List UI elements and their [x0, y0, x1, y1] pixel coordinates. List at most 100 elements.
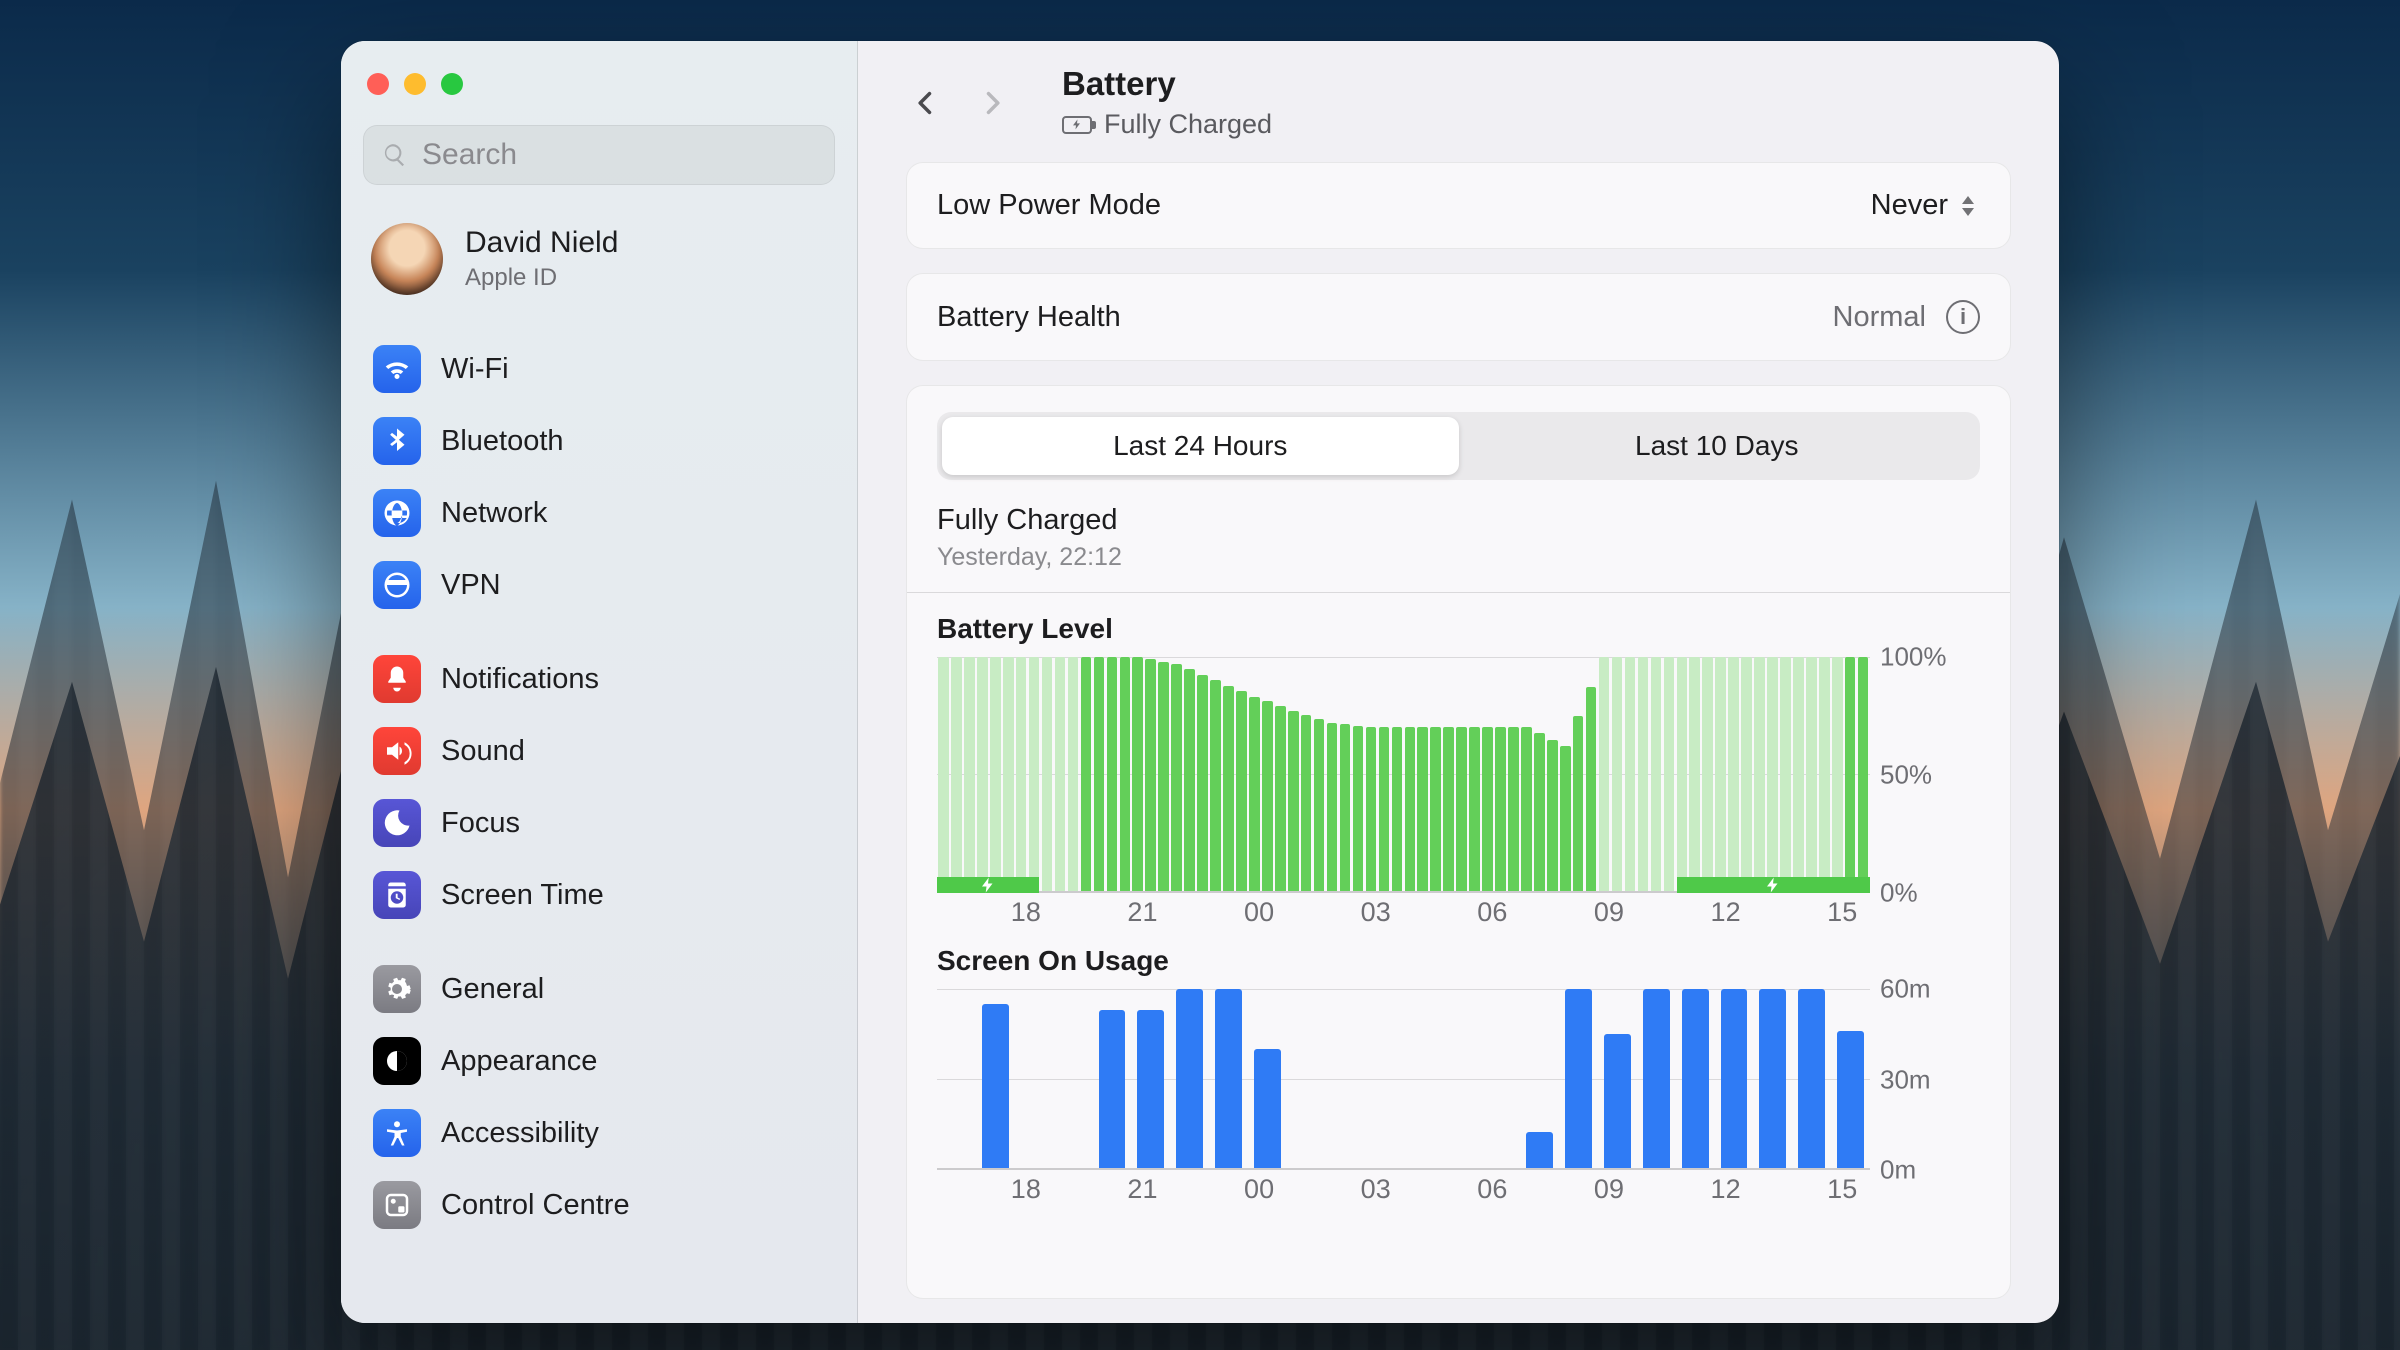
- sidebar: David Nield Apple ID Wi-Fi Bluetooth Netwo…: [341, 41, 858, 1323]
- battery-bar: [1132, 657, 1143, 891]
- low-power-row: Low Power Mode Never: [906, 162, 2011, 249]
- y-tick: 0m: [1880, 1155, 1916, 1186]
- bolt-icon: [1764, 876, 1782, 894]
- sidebar-item-screentime[interactable]: Screen Time: [363, 859, 835, 931]
- sidebar-item-accessibility[interactable]: Accessibility: [363, 1097, 835, 1169]
- usage-bar: [1137, 1010, 1164, 1168]
- last-charge-time: Yesterday, 22:12: [937, 543, 1980, 572]
- sidebar-item-general[interactable]: General: [363, 953, 835, 1025]
- sidebar-item-network[interactable]: Network: [363, 477, 835, 549]
- sidebar-item-wifi[interactable]: Wi-Fi: [363, 333, 835, 405]
- battery-level-chart: 100%50%0% 1821000306091215: [937, 657, 1980, 937]
- content-pane: Battery Fully Charged Low Power Mode Nev…: [858, 41, 2059, 1323]
- x-tick: 12: [1711, 1174, 1741, 1205]
- info-icon[interactable]: i: [1946, 300, 1980, 334]
- battery-bar: [1120, 657, 1131, 891]
- sidebar-item-label: Network: [441, 497, 547, 530]
- sidebar-item-controlcentre[interactable]: Control Centre: [363, 1169, 835, 1241]
- battery-level-title: Battery Level: [937, 613, 1980, 645]
- page-subtitle: Fully Charged: [1104, 109, 1272, 140]
- sidebar-item-label: Accessibility: [441, 1117, 599, 1150]
- battery-bar: [1780, 657, 1791, 891]
- battery-bar: [1573, 716, 1584, 891]
- usage-bar: [1604, 1034, 1631, 1168]
- sidebar-item-label: Appearance: [441, 1045, 597, 1078]
- y-tick: 0%: [1880, 878, 1918, 909]
- y-tick: 60m: [1880, 974, 1931, 1005]
- segment-24h[interactable]: Last 24 Hours: [942, 417, 1459, 475]
- battery-bar: [1495, 727, 1506, 891]
- battery-bar: [1197, 675, 1208, 891]
- search-field[interactable]: [363, 125, 835, 185]
- system-settings-window: David Nield Apple ID Wi-Fi Bluetooth Netwo…: [341, 41, 2059, 1323]
- battery-bar: [1327, 723, 1338, 891]
- battery-bar: [1055, 657, 1066, 891]
- battery-bar: [1443, 727, 1454, 891]
- x-tick: 06: [1477, 897, 1507, 928]
- battery-bar: [1392, 727, 1403, 891]
- usage-bar: [1099, 1010, 1126, 1168]
- low-power-popup[interactable]: Never: [1871, 189, 1980, 222]
- battery-bar: [1754, 657, 1765, 891]
- divider: [907, 592, 2010, 593]
- battery-bar: [1314, 719, 1325, 891]
- charging-span: [937, 877, 1039, 893]
- battery-bar: [1612, 657, 1623, 891]
- battery-bar: [1560, 746, 1571, 891]
- sidebar-item-label: Sound: [441, 735, 525, 768]
- sidebar-item-notifications[interactable]: Notifications: [363, 643, 835, 715]
- battery-bar: [1456, 727, 1467, 891]
- sidebar-item-focus[interactable]: Focus: [363, 787, 835, 859]
- avatar: [371, 223, 443, 295]
- close-button[interactable]: [367, 73, 389, 95]
- search-input[interactable]: [422, 138, 816, 172]
- battery-bar: [977, 657, 988, 891]
- forward-button[interactable]: [972, 83, 1012, 123]
- battery-bar: [1664, 657, 1675, 891]
- maximize-button[interactable]: [441, 73, 463, 95]
- x-tick: 18: [1011, 1174, 1041, 1205]
- battery-bar: [1184, 669, 1195, 891]
- usage-bar: [1565, 989, 1592, 1168]
- battery-bar: [1417, 727, 1428, 891]
- usage-panel: Last 24 Hours Last 10 Days Fully Charged…: [906, 385, 2011, 1299]
- sidebar-item-sound[interactable]: Sound: [363, 715, 835, 787]
- sidebar-item-bluetooth[interactable]: Bluetooth: [363, 405, 835, 477]
- battery-bar: [1223, 686, 1234, 891]
- battery-health-row: Battery Health Normal i: [906, 273, 2011, 361]
- sidebar-item-vpn[interactable]: VPN: [363, 549, 835, 621]
- usage-bar: [1759, 989, 1786, 1168]
- x-tick: 15: [1827, 1174, 1857, 1205]
- battery-bar: [1068, 657, 1079, 891]
- battery-bar: [1405, 727, 1416, 891]
- network-icon: [373, 489, 421, 537]
- usage-bar: [1526, 1132, 1553, 1168]
- battery-bar: [1858, 657, 1869, 891]
- page-title: Battery: [1062, 65, 1272, 103]
- battery-bar: [1586, 687, 1597, 891]
- screentime-icon: [373, 871, 421, 919]
- x-tick: 09: [1594, 897, 1624, 928]
- battery-bar: [1677, 657, 1688, 891]
- last-charge-title: Fully Charged: [937, 504, 1980, 537]
- battery-bar: [1145, 659, 1156, 891]
- minimize-button[interactable]: [404, 73, 426, 95]
- battery-bar: [1793, 657, 1804, 891]
- sidebar-nav: Wi-Fi Bluetooth Network VPN Notifications Sou…: [363, 325, 835, 1241]
- back-button[interactable]: [906, 83, 946, 123]
- accessibility-icon: [373, 1109, 421, 1157]
- wifi-icon: [373, 345, 421, 393]
- sidebar-item-label: Bluetooth: [441, 425, 564, 458]
- battery-bar: [1819, 657, 1830, 891]
- battery-charging-icon: [1062, 116, 1092, 134]
- battery-bar: [1210, 680, 1221, 891]
- battery-bar: [990, 657, 1001, 891]
- x-tick: 03: [1361, 897, 1391, 928]
- segment-10d[interactable]: Last 10 Days: [1459, 417, 1976, 475]
- x-tick: 00: [1244, 897, 1274, 928]
- y-tick: 50%: [1880, 760, 1932, 791]
- sidebar-item-appearance[interactable]: Appearance: [363, 1025, 835, 1097]
- battery-bar: [1301, 715, 1312, 891]
- battery-bar: [964, 657, 975, 891]
- sidebar-item-appleid[interactable]: David Nield Apple ID: [363, 213, 835, 325]
